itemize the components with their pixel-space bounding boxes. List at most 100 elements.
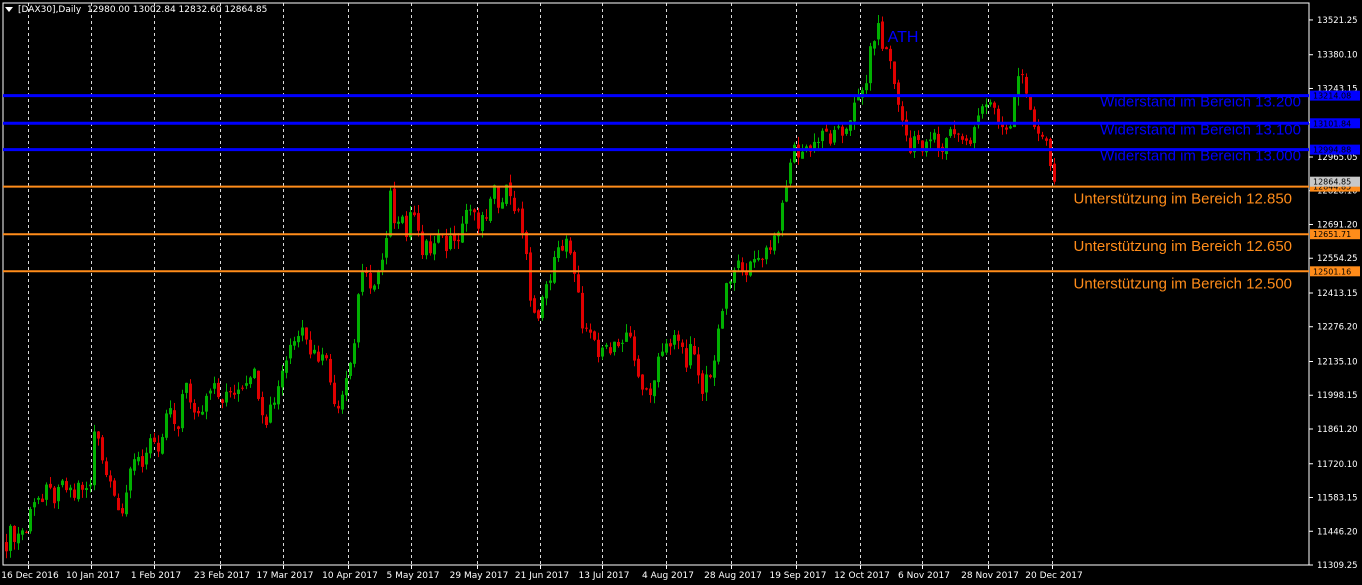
candle-bearish xyxy=(49,483,52,488)
candle-bearish xyxy=(453,234,456,241)
candle-bearish xyxy=(229,391,232,393)
candle-bullish xyxy=(789,162,792,184)
candle-bearish xyxy=(65,481,68,491)
candle-bearish xyxy=(497,187,500,208)
candle-bearish xyxy=(73,489,76,498)
candle-bearish xyxy=(637,358,640,377)
candle-bullish xyxy=(37,497,40,500)
candle-bullish xyxy=(949,129,952,136)
candle-bearish xyxy=(593,331,596,340)
x-tick-label: 16 Dec 2016 xyxy=(1,571,59,581)
x-tick-label: 29 May 2017 xyxy=(450,571,509,581)
x-tick-label: 23 Feb 2017 xyxy=(194,571,250,581)
candle-bearish xyxy=(485,217,488,219)
y-tick-label: 11309.25 xyxy=(1317,561,1358,571)
candle-bullish xyxy=(449,235,452,249)
candle-bearish xyxy=(841,126,844,136)
candle-bullish xyxy=(281,370,284,388)
candle-bullish xyxy=(297,336,300,343)
x-tick-label: 12 Oct 2017 xyxy=(834,571,890,581)
candle-bullish xyxy=(385,238,388,258)
chart-menu-arrow-icon[interactable] xyxy=(5,7,13,12)
candle-bearish xyxy=(261,397,264,416)
support-12850-label: Unterstützung im Bereich 12.850 xyxy=(1074,191,1292,208)
candle-bullish xyxy=(749,261,752,276)
candle-bullish xyxy=(301,327,304,336)
candle-bullish xyxy=(973,127,976,144)
price-chart: 16 Dec 2016 10 Jan 2017 1 Feb 2017 23 Feb 2… xyxy=(1,2,1360,581)
candle-bearish xyxy=(997,108,1000,125)
candle-bullish xyxy=(505,184,508,204)
candle-bearish xyxy=(445,235,448,252)
candle-bullish xyxy=(501,202,504,209)
candle-bullish xyxy=(285,360,288,373)
candle-bearish xyxy=(517,209,520,211)
candle-bearish xyxy=(649,388,652,396)
candle-bearish xyxy=(529,252,532,301)
candle-bearish xyxy=(581,292,584,329)
candle-bearish xyxy=(633,336,636,361)
candle-bearish xyxy=(897,82,900,105)
candle-bullish xyxy=(481,215,484,232)
candle-bearish xyxy=(669,343,672,347)
candle-bearish xyxy=(157,442,160,452)
candle-bullish xyxy=(45,484,48,500)
candle-bullish xyxy=(137,456,140,462)
candle-bullish xyxy=(613,341,616,353)
x-tick-label: 4 Aug 2017 xyxy=(642,571,694,581)
x-tick-label: 1 Feb 2017 xyxy=(131,571,181,581)
y-tick-label: 12413.15 xyxy=(1317,289,1358,299)
candle-bullish xyxy=(753,259,756,263)
candle-bearish xyxy=(677,334,680,341)
candle-bullish xyxy=(853,102,856,122)
x-tick-label: 21 Jun 2017 xyxy=(515,571,569,581)
chart-window: 16 Dec 2016 10 Jan 2017 1 Feb 2017 23 Feb 2… xyxy=(0,0,1362,585)
candle-bearish xyxy=(221,399,224,403)
candle-bullish xyxy=(985,104,988,108)
candle-bearish xyxy=(113,480,116,496)
candle-bearish xyxy=(117,497,120,511)
candle-bearish xyxy=(1021,74,1024,76)
candle-bullish xyxy=(277,386,280,405)
candle-bearish xyxy=(53,487,56,504)
candle-bearish xyxy=(953,129,956,135)
candle-bearish xyxy=(429,241,432,254)
candle-bearish xyxy=(393,188,396,224)
candle-bearish xyxy=(1037,126,1040,134)
candle-bullish xyxy=(57,486,60,502)
candle-bullish xyxy=(657,356,660,383)
candle-bearish xyxy=(41,498,44,502)
candle-bearish xyxy=(993,102,996,108)
candle-bullish xyxy=(845,128,848,134)
candle-bearish xyxy=(81,484,84,490)
candle-bullish xyxy=(873,41,876,49)
candle-bullish xyxy=(313,349,316,354)
candle-bullish xyxy=(165,413,168,438)
candle-bearish xyxy=(101,437,104,461)
candle-bearish xyxy=(521,208,524,234)
x-tick-label: 10 Apr 2017 xyxy=(322,571,378,581)
y-tick-label: 11446.20 xyxy=(1317,527,1358,537)
candle-bearish xyxy=(333,382,336,405)
candle-bearish xyxy=(709,375,712,378)
candle-bullish xyxy=(1017,76,1020,98)
candle-bearish xyxy=(1029,95,1032,110)
symbol-label: [DAX30],Daily xyxy=(18,5,82,15)
candle-bullish xyxy=(793,144,796,163)
candle-bearish xyxy=(13,525,16,542)
candle-bullish xyxy=(869,46,872,84)
candle-bullish xyxy=(397,221,400,224)
candle-bullish xyxy=(181,394,184,429)
candle-bullish xyxy=(933,132,936,140)
candle-bearish xyxy=(533,298,536,313)
candle-bearish xyxy=(305,327,308,340)
candle-bullish xyxy=(877,23,880,40)
x-tick-label: 13 Jul 2017 xyxy=(579,571,630,581)
candle-bearish xyxy=(241,387,244,389)
candle-bearish xyxy=(257,370,260,399)
candle-bearish xyxy=(597,339,600,357)
candle-bullish xyxy=(293,341,296,346)
candle-bearish xyxy=(193,403,196,413)
candle-bullish xyxy=(469,209,472,211)
candle-bearish xyxy=(701,373,704,394)
